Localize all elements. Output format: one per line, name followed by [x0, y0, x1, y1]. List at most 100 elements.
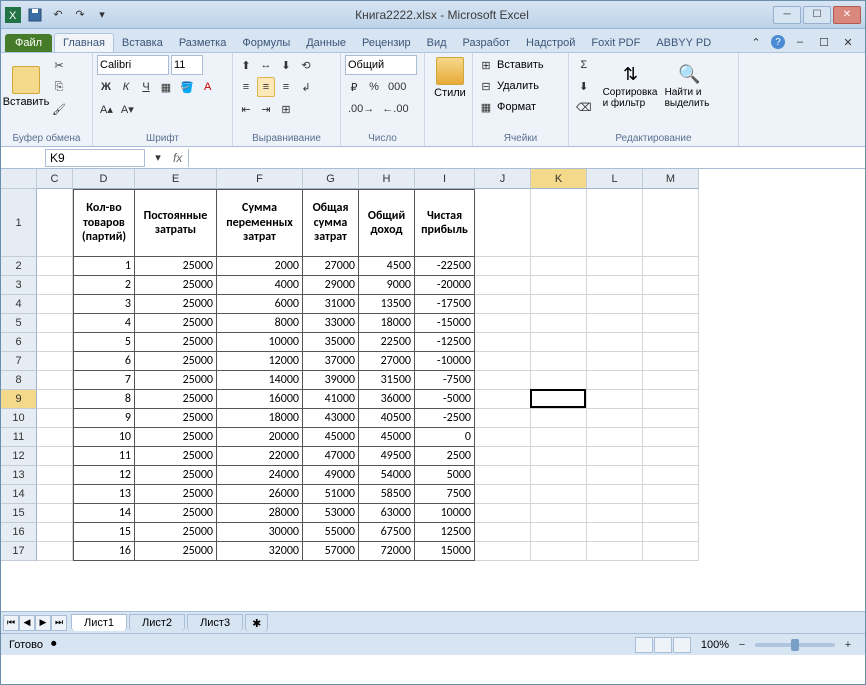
cut-icon[interactable]: ✂: [49, 55, 69, 75]
grow-font-icon[interactable]: A▴: [97, 99, 116, 119]
cell[interactable]: 25000: [135, 276, 217, 295]
row-header[interactable]: 3: [1, 276, 37, 295]
doc-close-icon[interactable]: ✕: [839, 32, 857, 52]
cell[interactable]: [475, 485, 531, 504]
tab-developer[interactable]: Разработ: [455, 34, 518, 52]
cell[interactable]: -20000: [415, 276, 475, 295]
tab-insert[interactable]: Вставка: [114, 34, 171, 52]
cell[interactable]: 22000: [217, 447, 303, 466]
cell[interactable]: 25000: [135, 257, 217, 276]
tab-layout[interactable]: Разметка: [171, 34, 235, 52]
cell[interactable]: Постоянные затраты: [135, 189, 217, 257]
cell[interactable]: [587, 333, 643, 352]
cell[interactable]: [37, 189, 73, 257]
cell[interactable]: Чистая прибыль: [415, 189, 475, 257]
cell[interactable]: 63000: [359, 504, 415, 523]
maximize-button[interactable]: ☐: [803, 6, 831, 24]
cell[interactable]: 25000: [135, 447, 217, 466]
cell[interactable]: [37, 504, 73, 523]
cell[interactable]: 25000: [135, 428, 217, 447]
cell[interactable]: [37, 428, 73, 447]
cell[interactable]: 16: [73, 542, 135, 561]
align-left-icon[interactable]: ≡: [237, 77, 255, 97]
tab-formulas[interactable]: Формулы: [234, 34, 298, 52]
cell[interactable]: -2500: [415, 409, 475, 428]
cell[interactable]: [643, 390, 699, 409]
cell[interactable]: [37, 523, 73, 542]
cell[interactable]: [587, 295, 643, 314]
cell[interactable]: 10: [73, 428, 135, 447]
doc-restore-icon[interactable]: –: [791, 32, 809, 52]
cell[interactable]: 16000: [217, 390, 303, 409]
cell[interactable]: [531, 466, 587, 485]
zoom-slider[interactable]: [755, 643, 835, 647]
cell[interactable]: [475, 428, 531, 447]
row-header[interactable]: 12: [1, 447, 37, 466]
cell[interactable]: 2500: [415, 447, 475, 466]
cell[interactable]: 45000: [359, 428, 415, 447]
cell[interactable]: [587, 523, 643, 542]
styles-button[interactable]: Стили: [429, 55, 471, 101]
row-header[interactable]: 14: [1, 485, 37, 504]
cell[interactable]: 67500: [359, 523, 415, 542]
cell[interactable]: [643, 504, 699, 523]
cell[interactable]: [531, 257, 587, 276]
cell[interactable]: [37, 447, 73, 466]
format-cells-button[interactable]: ▦: [477, 97, 495, 117]
paste-button[interactable]: Вставить: [5, 64, 47, 110]
cell[interactable]: 12: [73, 466, 135, 485]
cell[interactable]: 25000: [135, 523, 217, 542]
cell[interactable]: [643, 466, 699, 485]
cell[interactable]: 26000: [217, 485, 303, 504]
save-icon[interactable]: [25, 5, 45, 25]
cell[interactable]: 41000: [303, 390, 359, 409]
align-bottom-icon[interactable]: ⬇: [277, 55, 295, 75]
cell[interactable]: [37, 352, 73, 371]
cell[interactable]: [643, 333, 699, 352]
cell[interactable]: [643, 276, 699, 295]
cell[interactable]: 30000: [217, 523, 303, 542]
cell[interactable]: [643, 295, 699, 314]
cell[interactable]: [475, 523, 531, 542]
cell[interactable]: [37, 542, 73, 561]
cell[interactable]: 27000: [359, 352, 415, 371]
column-header[interactable]: K: [531, 169, 587, 189]
normal-view-icon[interactable]: [635, 637, 653, 653]
tab-addins[interactable]: Надстрой: [518, 34, 583, 52]
cell[interactable]: 7500: [415, 485, 475, 504]
orientation-icon[interactable]: ⟲: [297, 55, 315, 75]
cell[interactable]: [531, 352, 587, 371]
tab-foxit[interactable]: Foxit PDF: [583, 34, 648, 52]
cell[interactable]: [475, 542, 531, 561]
row-header[interactable]: 16: [1, 523, 37, 542]
cell[interactable]: 33000: [303, 314, 359, 333]
name-box[interactable]: K9: [45, 149, 145, 167]
cell[interactable]: [587, 542, 643, 561]
cell[interactable]: [587, 257, 643, 276]
cell[interactable]: 25000: [135, 352, 217, 371]
cell[interactable]: -12500: [415, 333, 475, 352]
cell[interactable]: [531, 333, 587, 352]
column-header[interactable]: J: [475, 169, 531, 189]
cell[interactable]: [587, 390, 643, 409]
cell[interactable]: [475, 189, 531, 257]
cell[interactable]: [643, 428, 699, 447]
cell[interactable]: 25000: [135, 504, 217, 523]
cell[interactable]: Кол-во товаров (партий): [73, 189, 135, 257]
sheet-nav-last-icon[interactable]: ⏭: [51, 615, 67, 631]
cell[interactable]: [587, 447, 643, 466]
cell[interactable]: 22500: [359, 333, 415, 352]
tab-abbyy[interactable]: ABBYY PD: [648, 34, 719, 52]
qat-dropdown-icon[interactable]: ▾: [93, 5, 111, 25]
cell[interactable]: 25000: [135, 333, 217, 352]
cell[interactable]: -10000: [415, 352, 475, 371]
decrease-indent-icon[interactable]: ⇤: [237, 99, 255, 119]
minimize-button[interactable]: ─: [773, 6, 801, 24]
tab-view[interactable]: Вид: [419, 34, 455, 52]
sort-filter-button[interactable]: ⇅ Сортировка и фильтр: [601, 62, 661, 111]
column-header[interactable]: L: [587, 169, 643, 189]
row-header[interactable]: 6: [1, 333, 37, 352]
column-header[interactable]: E: [135, 169, 217, 189]
align-right-icon[interactable]: ≡: [277, 77, 295, 97]
cell[interactable]: [531, 542, 587, 561]
